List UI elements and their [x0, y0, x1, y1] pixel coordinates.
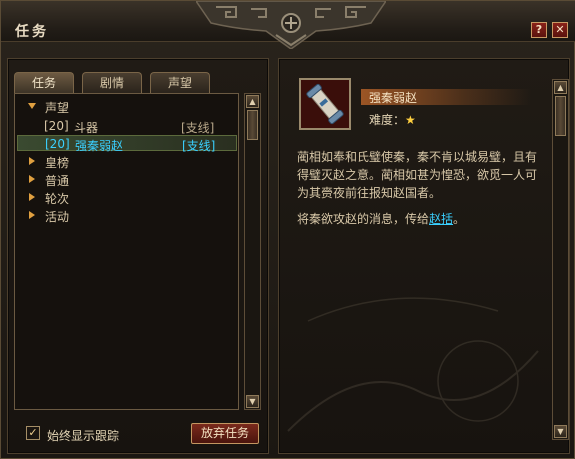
- scrollbar-thumb[interactable]: [555, 96, 566, 136]
- collapse-arrow-icon[interactable]: [29, 157, 35, 165]
- quest-list-scrollbar[interactable]: ▲ ▼: [244, 93, 261, 410]
- quest-row[interactable]: [20] 斗器 [支线]: [17, 118, 237, 135]
- scroll-down-icon[interactable]: ▼: [246, 395, 259, 408]
- quest-description: 蔺相如奉和氏璧使秦，秦不肯以城易璧，且有得璧灭赵之意。蔺相如甚为惶恐，欲觅一人可…: [297, 150, 538, 200]
- always-track-label: 始终显示跟踪: [47, 429, 120, 443]
- expand-arrow-icon[interactable]: [28, 103, 36, 109]
- quest-level: [20]: [45, 137, 70, 151]
- title-bar[interactable]: 任务 ? ✕: [1, 1, 575, 49]
- window-title: 任务: [15, 24, 49, 40]
- scroll-up-icon[interactable]: ▲: [554, 81, 567, 94]
- goal-text: 将秦欲攻赵的消息，传给: [297, 212, 430, 226]
- npc-link[interactable]: 赵括: [429, 212, 453, 226]
- scrollbar-thumb[interactable]: [247, 110, 258, 140]
- collapse-arrow-icon[interactable]: [29, 193, 35, 201]
- tree-group-rounds[interactable]: 轮次: [45, 190, 69, 207]
- difficulty: 难度：★: [369, 111, 416, 128]
- quest-level: [20]: [44, 119, 69, 133]
- quest-name: 强秦弱赵: [75, 139, 124, 153]
- tree-group-reputation[interactable]: 声望: [45, 99, 69, 116]
- scroll-up-icon[interactable]: ▲: [246, 95, 259, 108]
- tree-group-imperial[interactable]: 皇榜: [45, 154, 69, 171]
- scroll-icon: [301, 80, 349, 128]
- goal-suffix: 。: [453, 212, 466, 226]
- help-button[interactable]: ?: [531, 22, 547, 38]
- title-ornament-icon: [196, 1, 386, 49]
- quest-item-slot[interactable]: [299, 78, 351, 130]
- detail-scrollbar[interactable]: ▲ ▼: [552, 79, 569, 440]
- quest-name: 斗器: [74, 121, 99, 135]
- background-pattern-icon: [287, 297, 539, 432]
- quest-goal: 将秦欲攻赵的消息，传给赵括。: [297, 210, 465, 227]
- quest-type: [支线]: [181, 121, 215, 135]
- tree-group-events[interactable]: 活动: [45, 208, 69, 225]
- abandon-quest-button[interactable]: 放弃任务: [191, 423, 259, 444]
- tab-quests[interactable]: 任务: [14, 72, 74, 94]
- always-track-checkbox[interactable]: ✓: [26, 426, 40, 440]
- quest-title: 强秦弱赵: [369, 91, 418, 105]
- quest-row-selected[interactable]: [20] 强秦弱赵 [支线]: [17, 135, 237, 153]
- close-button[interactable]: ✕: [552, 22, 568, 38]
- tab-story[interactable]: 剧情: [82, 72, 142, 93]
- star-icon: ★: [405, 113, 416, 127]
- tab-reputation[interactable]: 声望: [150, 72, 210, 93]
- quest-type: [支线]: [182, 139, 216, 153]
- difficulty-label: 难度：: [369, 113, 406, 127]
- scroll-down-icon[interactable]: ▼: [554, 425, 567, 438]
- collapse-arrow-icon[interactable]: [29, 211, 35, 219]
- collapse-arrow-icon[interactable]: [29, 175, 35, 183]
- tree-group-normal[interactable]: 普通: [45, 172, 69, 189]
- quest-window: 任务 ? ✕ 任务 剧情 声望 声望 [20] 斗器 [支线] [20] 强秦弱…: [0, 0, 575, 459]
